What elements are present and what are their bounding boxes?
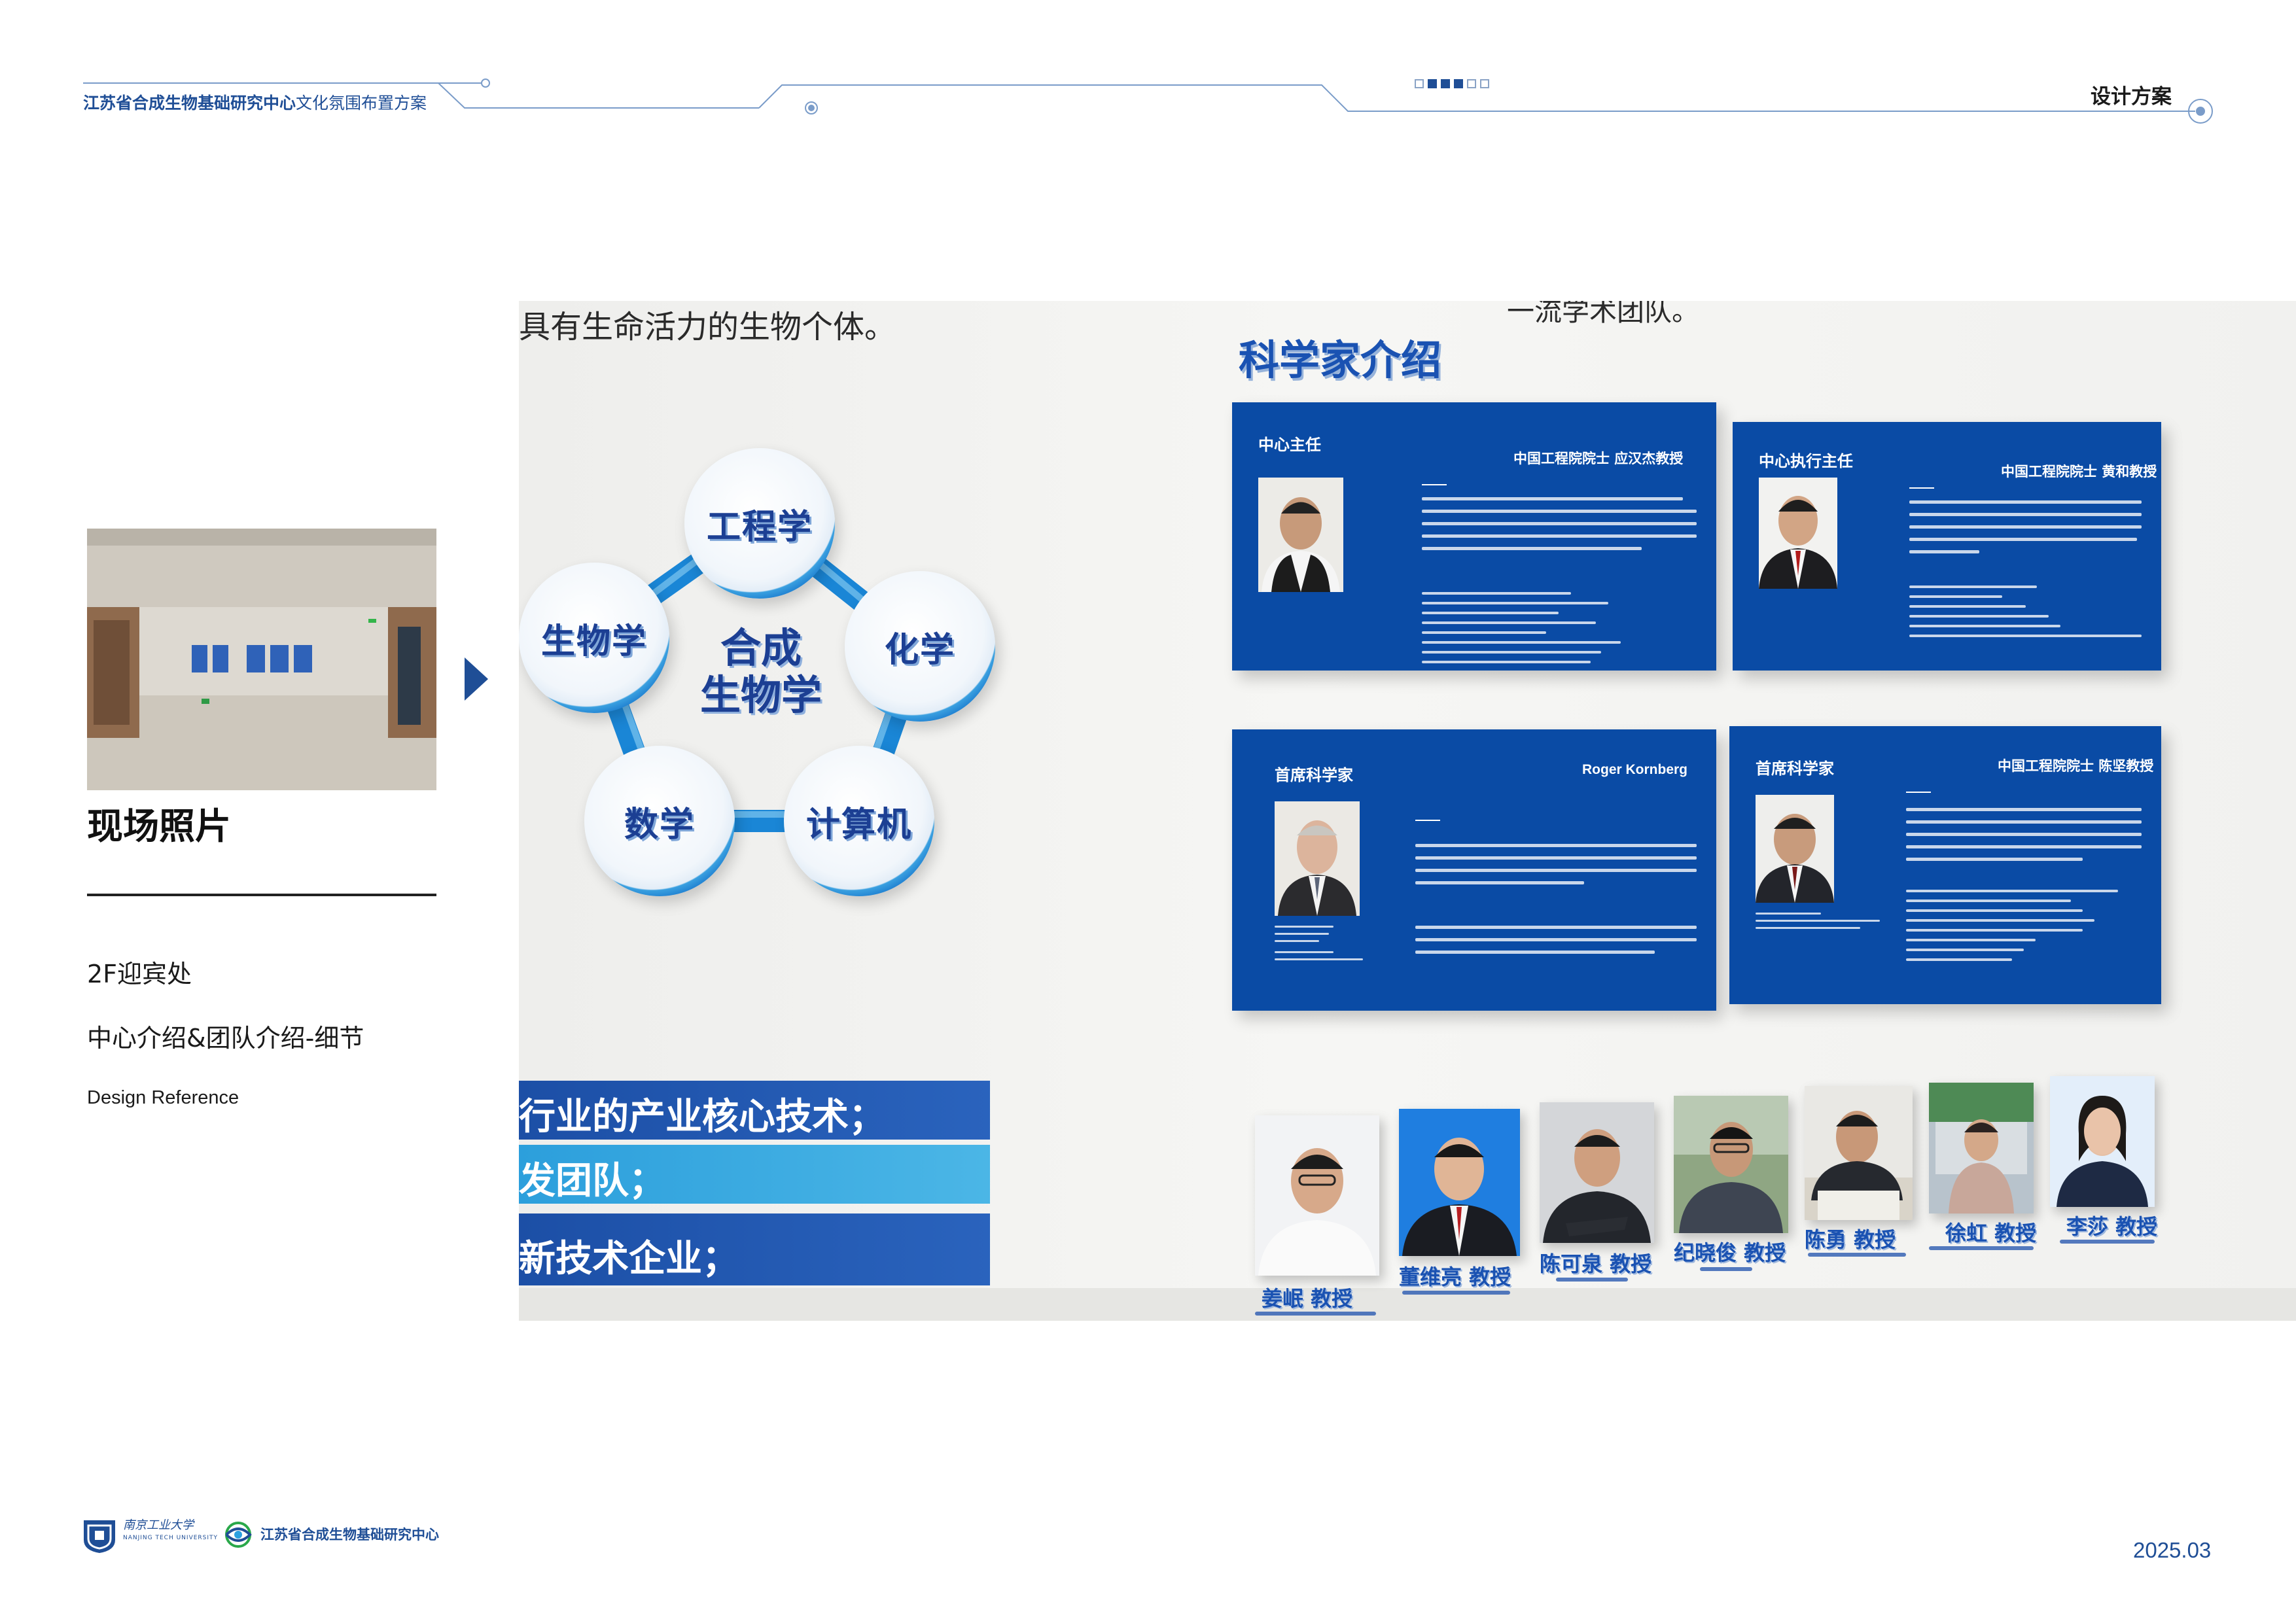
portrait-caption (1756, 913, 1886, 934)
panel-role: 首席科学家 (1756, 759, 1834, 778)
honors-text (1909, 585, 2142, 644)
stripe-1: 行业的产业核心技术； (519, 1081, 990, 1140)
professor-name: 李莎 教授 (2066, 1214, 2158, 1239)
bio-text-2 (1415, 926, 1697, 963)
panel-role: 中心执行主任 (1759, 452, 1853, 470)
professor-name: 纪晓俊 教授 (1674, 1240, 1786, 1265)
site-photo-image (87, 529, 436, 790)
photo-heading: 现场照片 (87, 805, 232, 847)
center-title-line2: 生物学 (699, 671, 822, 719)
node-math: 数学 (584, 746, 735, 896)
center-logo-icon (225, 1522, 252, 1548)
bio-text (1909, 500, 2142, 563)
reference-label: Design Reference (87, 1087, 239, 1108)
professor-title (2060, 1240, 2155, 1244)
node-computer: 计算机 (784, 746, 934, 896)
page-dot (1428, 79, 1437, 88)
panel-role: 中心主任 (1258, 436, 1321, 454)
bio-text (1415, 844, 1697, 894)
professor-photo (1674, 1096, 1788, 1233)
professor-name: 陈可泉 教授 (1540, 1251, 1652, 1276)
date: 2025.03 (2133, 1538, 2212, 1562)
professor-name: 姜岷 教授 (1262, 1286, 1353, 1311)
project-title: 江苏省合成生物基础研究中心文化氛围布置方案 (83, 90, 427, 114)
center-name: 江苏省合成生物基础研究中心 (260, 1527, 439, 1543)
divider (87, 894, 436, 896)
panel-name: 中国工程院院士 应汉杰教授 (1513, 451, 1684, 466)
scientist-panel-2: 中心执行主任 中国工程院院士 黄和教授 (1733, 422, 2161, 671)
stripe-2: 发团队； (519, 1145, 990, 1204)
professor-title (1402, 1291, 1510, 1295)
panel-name: 中国工程院院士 陈坚教授 (1998, 758, 2154, 774)
dash (1422, 484, 1447, 485)
scientist-heading: 科学家介绍 (1239, 336, 1442, 384)
center-title-line1: 合成 (720, 624, 802, 672)
page-indicator (1415, 79, 1489, 88)
dash (1906, 792, 1931, 793)
bio-text (1422, 497, 1697, 559)
center-title: 合成 生物学 (682, 625, 839, 719)
portrait (1258, 478, 1343, 592)
arrow-right-icon (465, 657, 488, 701)
scientist-panel-4: 首席科学家 中国工程院院士 陈坚教授 (1729, 726, 2161, 1004)
node-chemistry: 化学 (845, 571, 995, 722)
professor-photo (1805, 1086, 1913, 1220)
university-name-en: NANJING TECH UNIVERSITY (123, 1535, 219, 1541)
university-logo-icon (84, 1520, 115, 1553)
description-label: 中心介绍&团队介绍-细节 (87, 1024, 364, 1053)
location-label: 2F迎宾处 (87, 960, 192, 988)
professor-photo (1929, 1083, 2034, 1213)
project-title-bold: 江苏省合成生物基础研究中心 (83, 94, 296, 113)
page-dot (1415, 79, 1424, 88)
wall-rendering: 具有生命活力的生物个体。 一流学术团队。 工程学 化学 计算机 数学 生物学 合… (519, 301, 2296, 1321)
professor-photo (2050, 1076, 2155, 1207)
university-name: 南京工业大学 (123, 1518, 194, 1532)
professor-title (1929, 1246, 2034, 1250)
panel-name: 中国工程院院士 黄和教授 (2001, 464, 2157, 480)
node-biology: 生物学 (519, 563, 669, 713)
dash (1909, 487, 1934, 489)
page-dot (1480, 79, 1489, 88)
bio-text (1906, 808, 2142, 870)
page-dot (1454, 79, 1463, 88)
professor-title (1700, 1267, 1752, 1271)
page-dot (1467, 79, 1476, 88)
panel-role: 首席科学家 (1275, 766, 1353, 784)
professor-photo (1399, 1109, 1520, 1256)
professor-title (1808, 1253, 1906, 1257)
professor-title (1255, 1312, 1376, 1316)
professor-title (1556, 1278, 1628, 1282)
professor-photo (1540, 1102, 1654, 1243)
scientist-panel-1: 中心主任 中国工程院院士 应汉杰教授 (1232, 402, 1716, 671)
node-engineering: 工程学 (684, 448, 835, 599)
project-title-rest: 文化氛围布置方案 (296, 94, 427, 113)
wall-top-text-right: 一流学术团队。 (1507, 301, 1700, 327)
honors-text (1906, 890, 2142, 968)
panel-name: Roger Kornberg (1582, 762, 1688, 777)
professor-name: 徐虹 教授 (1945, 1221, 2037, 1246)
professor-name: 董维亮 教授 (1399, 1265, 1511, 1289)
portrait (1759, 478, 1837, 589)
stripe-3: 新技术企业； (519, 1213, 990, 1285)
honors-text (1422, 592, 1670, 671)
scientist-panel-3: 首席科学家 Roger Kornberg (1232, 729, 1716, 1011)
dash (1415, 820, 1440, 821)
page-dot (1441, 79, 1450, 88)
professor-photo (1255, 1115, 1379, 1276)
portrait (1756, 795, 1834, 903)
portrait-caption (1275, 926, 1373, 966)
section-label: 设计方案 (2091, 85, 2172, 109)
professor-name: 陈勇 教授 (1805, 1227, 1896, 1252)
site-photo (87, 529, 436, 790)
portrait (1275, 801, 1360, 916)
